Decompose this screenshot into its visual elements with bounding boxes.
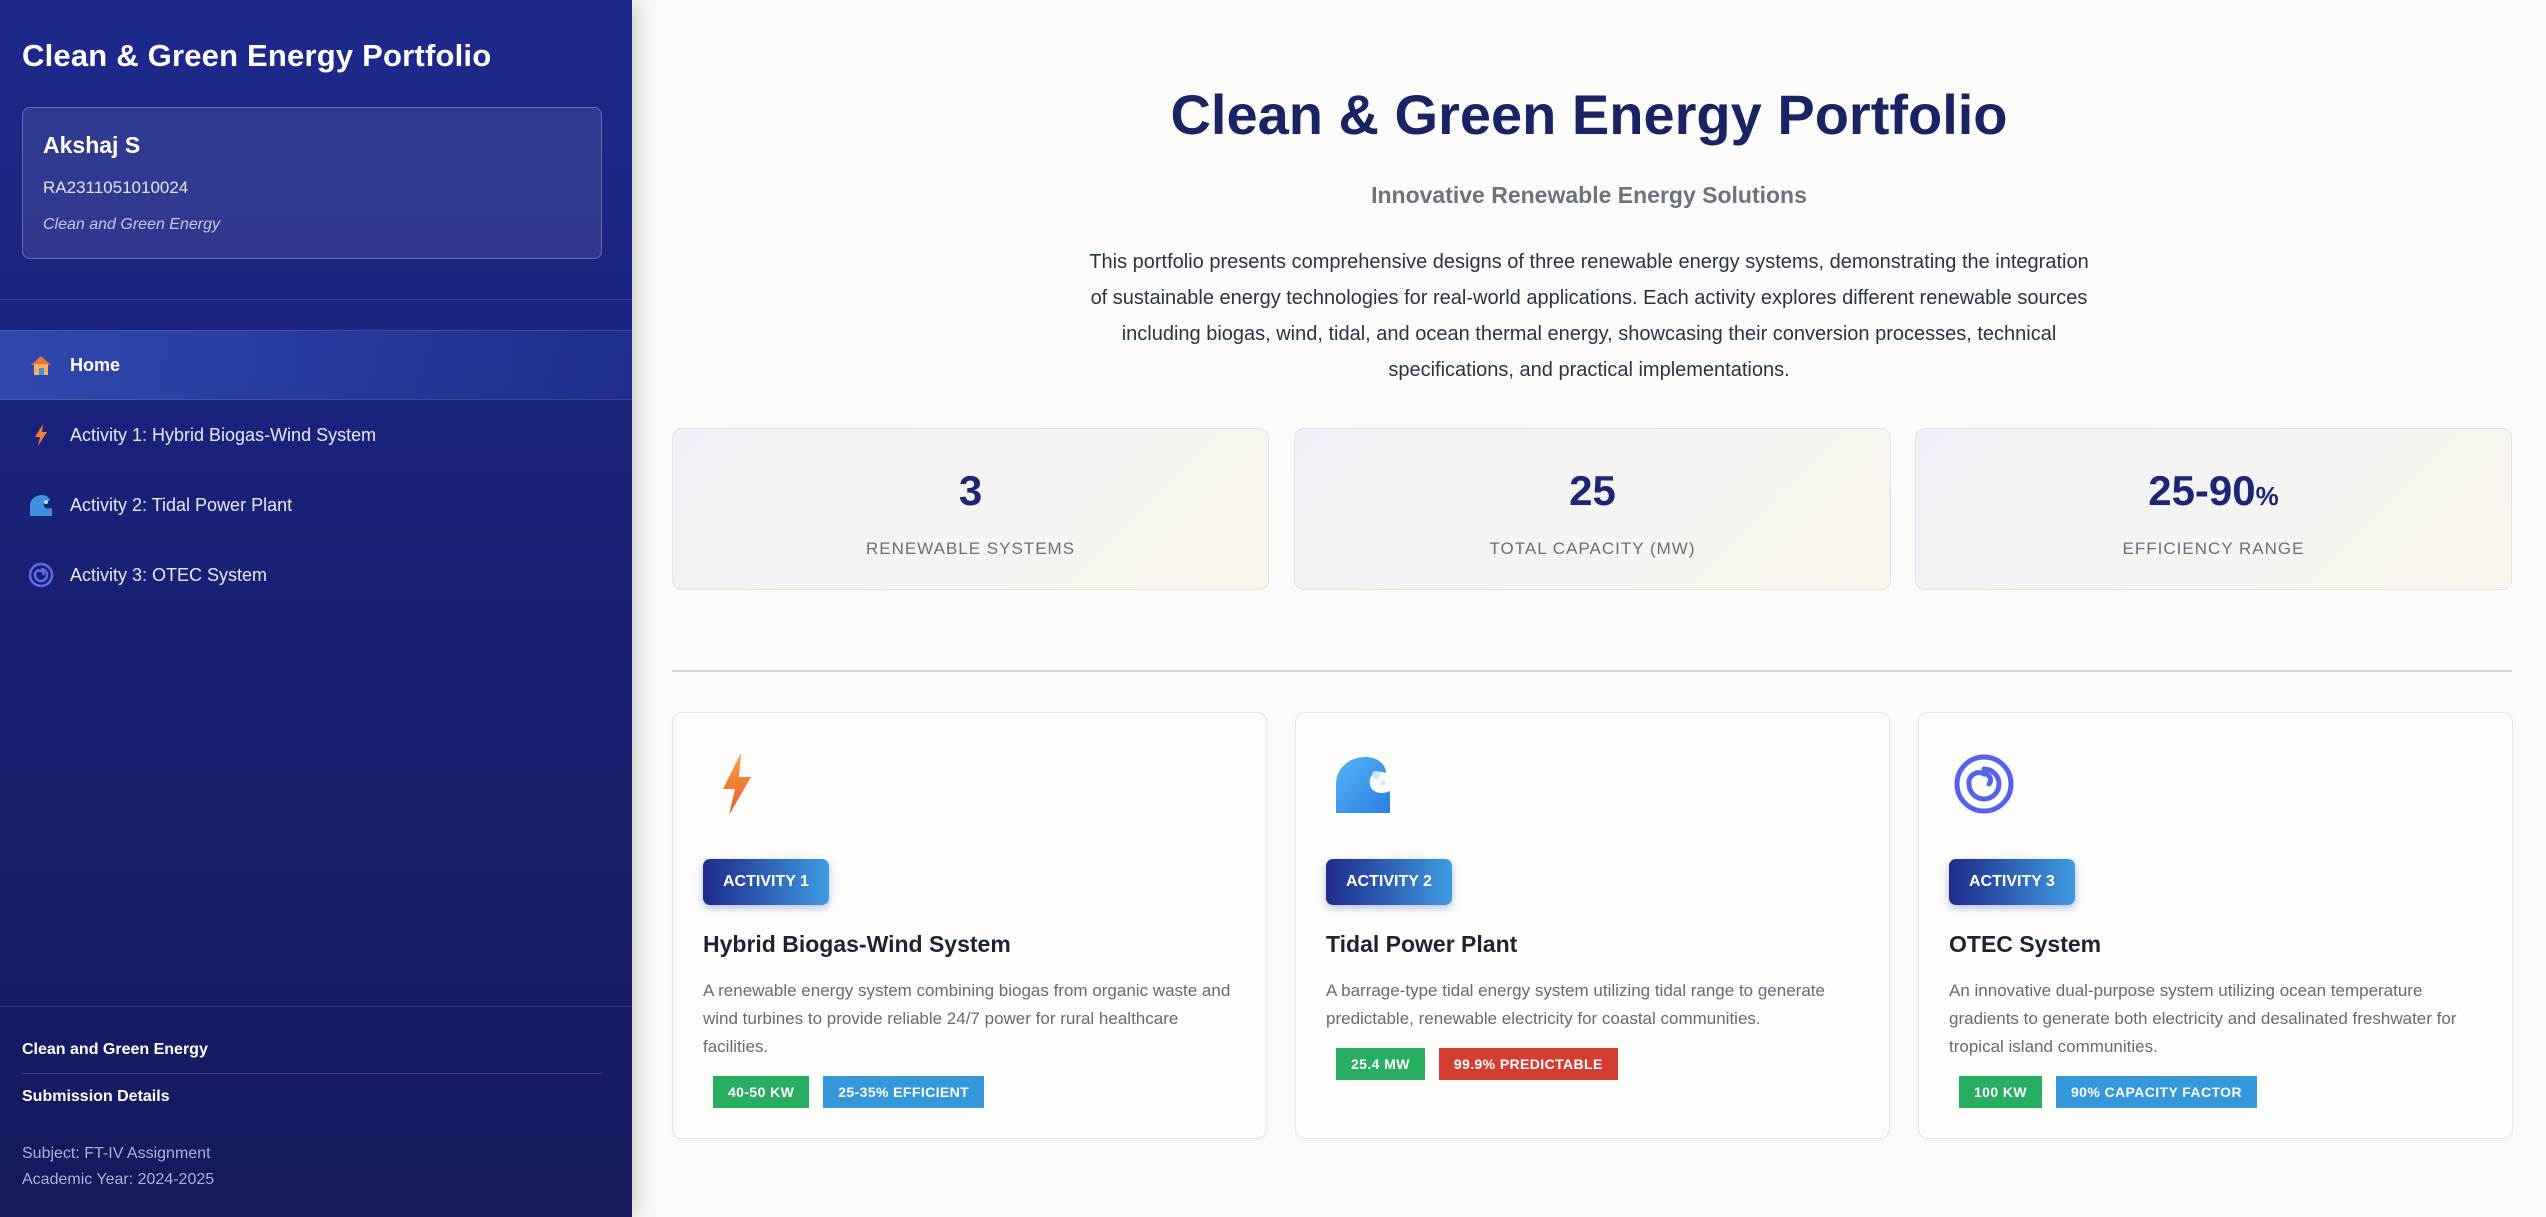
sidebar-item-activity-3[interactable]: Activity 3: OTEC System (0, 540, 632, 610)
footer-year: Academic Year: 2024-2025 (22, 1171, 215, 1188)
sidebar-item-home[interactable]: Home (0, 330, 632, 400)
tag-capacity-factor: 90% CAPACITY FACTOR (2055, 1076, 2257, 1108)
card-description: An innovative dual-purpose system utiliz… (1949, 981, 2457, 1056)
activity-badge: ACTIVITY 3 (1949, 859, 2075, 905)
footer-course: Clean and Green Energy (22, 1041, 208, 1058)
card-description: A renewable energy system combining biog… (703, 981, 1231, 1056)
activity-card-2[interactable]: ACTIVITY 2 Tidal Power Plant A barrage-t… (1295, 712, 1890, 1139)
stat-label: RENEWABLE SYSTEMS (865, 539, 1076, 558)
stat-value: 25-90% (2148, 467, 2279, 514)
tag-efficiency: 25-35% EFFICIENT (823, 1076, 985, 1108)
lightning-icon (28, 422, 54, 448)
lightning-icon (703, 749, 773, 819)
sidebar-nav: Home Activity 1: Hybrid Biogas-Wind Syst… (0, 330, 632, 610)
page-description: This portfolio presents comprehensive de… (1089, 251, 2089, 381)
sidebar-item-activity-2[interactable]: Activity 2: Tidal Power Plant (0, 470, 632, 540)
stat-value: 3 (958, 467, 983, 514)
card-tags: 25.4 MW 99.9% PREDICTABLE (1336, 1048, 1618, 1080)
profile-card: Akshaj S RA2311051010024 Clean and Green… (22, 107, 602, 259)
spiral-icon (1949, 749, 2019, 819)
activity-card-1[interactable]: ACTIVITY 1 Hybrid Biogas-Wind System A r… (672, 712, 1267, 1139)
activity-badge: ACTIVITY 2 (1326, 859, 1452, 905)
stat-value: 25 (1569, 467, 1616, 514)
sidebar: Clean & Green Energy Portfolio Akshaj S … (0, 0, 632, 1217)
wave-icon (1326, 749, 1396, 819)
tag-predictability: 99.9% PREDICTABLE (1438, 1048, 1618, 1080)
card-title: Tidal Power Plant (1326, 931, 1518, 957)
profile-id: RA2311051010024 (43, 178, 189, 197)
tag-capacity: 100 KW (1959, 1076, 2042, 1108)
activity-badge: ACTIVITY 1 (703, 859, 829, 905)
wave-icon (28, 492, 54, 518)
sidebar-item-activity-1[interactable]: Activity 1: Hybrid Biogas-Wind System (0, 400, 632, 470)
footer-subject: Subject: FT-IV Assignment (22, 1145, 211, 1162)
sidebar-item-label: Activity 1: Hybrid Biogas-Wind System (70, 424, 377, 445)
stat-label: EFFICIENCY RANGE (2122, 539, 2305, 558)
sidebar-divider (0, 299, 632, 300)
footer-section: Submission Details (22, 1088, 170, 1105)
profile-subject: Clean and Green Energy (43, 216, 220, 233)
activity-card-3[interactable]: ACTIVITY 3 OTEC System An innovative dua… (1918, 712, 2513, 1139)
house-icon (28, 352, 54, 378)
sidebar-title: Clean & Green Energy Portfolio (22, 38, 492, 73)
section-divider (672, 670, 2512, 672)
stat-card-capacity: 25 TOTAL CAPACITY (MW) (1294, 428, 1891, 590)
sidebar-item-label: Activity 3: OTEC System (70, 564, 268, 585)
sidebar-item-label: Home (70, 354, 121, 375)
spiral-icon (28, 562, 54, 588)
card-title: Hybrid Biogas-Wind System (703, 931, 1011, 957)
page-title: Clean & Green Energy Portfolio (1170, 83, 2008, 146)
card-tags: 100 KW 90% CAPACITY FACTOR (1959, 1076, 2257, 1108)
card-description: A barrage-type tidal energy system utili… (1326, 981, 1825, 1028)
tag-capacity: 25.4 MW (1336, 1048, 1425, 1080)
footer-line (22, 1073, 602, 1074)
page-subtitle: Innovative Renewable Energy Solutions (1371, 182, 1807, 208)
card-tags: 40-50 KW 25-35% EFFICIENT (713, 1076, 985, 1108)
sidebar-item-label: Activity 2: Tidal Power Plant (70, 494, 293, 515)
sidebar-footer-divider (0, 1006, 632, 1007)
main-content: Clean & Green Energy Portfolio Innovativ… (632, 0, 2546, 1217)
stat-card-systems: 3 RENEWABLE SYSTEMS (672, 428, 1269, 590)
profile-name: Akshaj S (43, 132, 141, 158)
stat-label: TOTAL CAPACITY (MW) (1489, 539, 1696, 558)
stat-card-efficiency: 25-90% EFFICIENCY RANGE (1915, 428, 2512, 590)
card-title: OTEC System (1949, 931, 2102, 957)
tag-capacity: 40-50 KW (713, 1076, 810, 1108)
